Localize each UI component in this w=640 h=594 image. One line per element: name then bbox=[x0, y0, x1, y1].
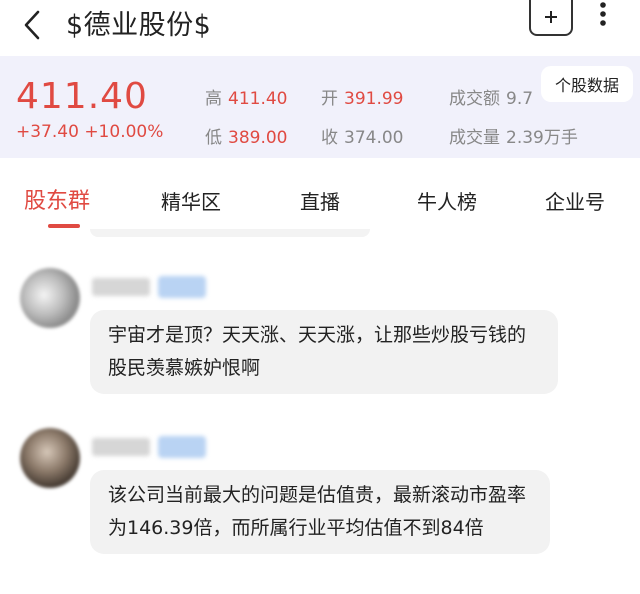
page-title: $德业股份$ bbox=[66, 10, 212, 41]
username-blurred bbox=[92, 278, 150, 296]
tab-shareholder-group[interactable]: 股东群 bbox=[24, 183, 90, 215]
quote-panel: 411.40 +37.40 +10.00% 高 411.40 开 391.99 成交… bbox=[0, 56, 640, 158]
avatar[interactable] bbox=[20, 268, 80, 328]
high-stat: 高 411.40 bbox=[205, 84, 287, 109]
price-change: +37.40 +10.00% bbox=[16, 122, 164, 142]
high-value: 411.40 bbox=[228, 89, 288, 109]
open-stat: 开 391.99 bbox=[321, 84, 403, 109]
tab-bar: 股东群 精华区 直播 牛人榜 企业号 bbox=[0, 168, 640, 230]
message-bubble[interactable]: 该公司当前最大的问题是估值贵，最新滚动市盈率为146.39倍，而所属行业平均估值… bbox=[90, 470, 550, 554]
low-label: 低 bbox=[205, 128, 222, 148]
more-options-icon[interactable] bbox=[596, 0, 610, 30]
open-label: 开 bbox=[321, 89, 338, 109]
username-blurred bbox=[92, 438, 150, 456]
message-bubble[interactable]: 宇宙才是顶？天天涨、天天涨，让那些炒股亏钱的股民羡慕嫉妒恨啊 bbox=[90, 310, 558, 394]
current-price: 411.40 bbox=[16, 76, 148, 117]
volume-stat: 成交量 2.39万手 bbox=[449, 123, 578, 148]
turnover-value: 9.7 bbox=[506, 89, 534, 109]
volume-label: 成交量 bbox=[449, 128, 500, 148]
stock-data-button[interactable]: 个股数据 bbox=[541, 66, 633, 102]
low-value: 389.00 bbox=[228, 128, 288, 148]
user-badge-blurred bbox=[158, 276, 206, 298]
user-badge-blurred bbox=[158, 436, 206, 458]
previous-message-edge bbox=[90, 229, 370, 237]
top-bar: $德业股份$ bbox=[0, 0, 640, 56]
avatar[interactable] bbox=[20, 428, 80, 488]
tab-highlights[interactable]: 精华区 bbox=[161, 186, 221, 215]
low-stat: 低 389.00 bbox=[205, 123, 287, 148]
close-stat: 收 374.00 bbox=[321, 123, 403, 148]
close-label: 收 bbox=[321, 128, 338, 148]
tab-enterprise[interactable]: 企业号 bbox=[545, 186, 605, 215]
active-tab-indicator bbox=[48, 224, 80, 228]
turnover-stat: 成交额 9.7 bbox=[449, 84, 533, 109]
high-label: 高 bbox=[205, 89, 222, 109]
volume-value: 2.39万手 bbox=[506, 128, 578, 148]
add-watchlist-button[interactable] bbox=[529, 0, 573, 36]
tab-live[interactable]: 直播 bbox=[300, 186, 340, 215]
back-arrow-icon[interactable] bbox=[18, 8, 48, 42]
plus-icon bbox=[545, 11, 557, 23]
close-value: 374.00 bbox=[344, 128, 404, 148]
open-value: 391.99 bbox=[344, 89, 404, 109]
tab-top-traders[interactable]: 牛人榜 bbox=[417, 186, 477, 215]
turnover-label: 成交额 bbox=[449, 89, 500, 109]
